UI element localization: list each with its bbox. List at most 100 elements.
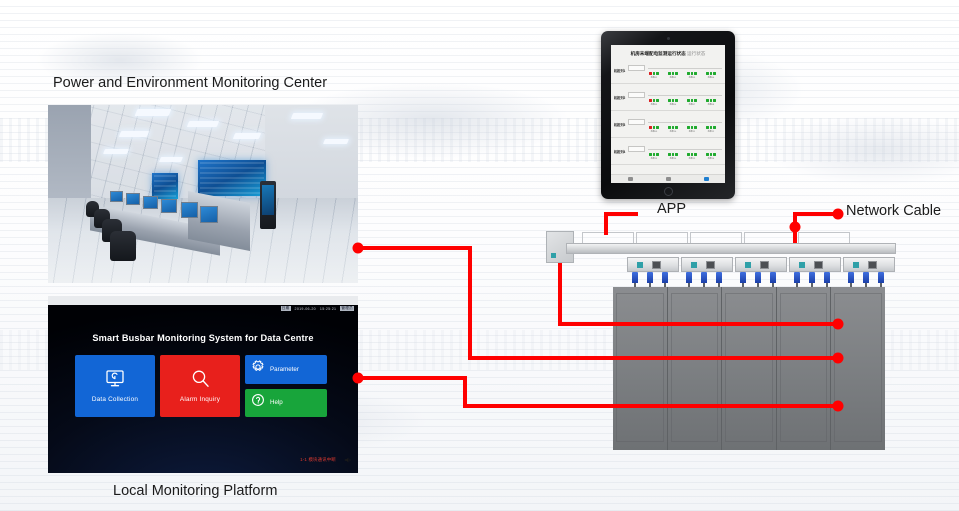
- led-group: 机柜13: [649, 153, 659, 160]
- cable-plug: [740, 272, 746, 283]
- led-strip: [687, 153, 697, 156]
- ceiling-light: [232, 133, 262, 139]
- cable-plug: [809, 272, 815, 283]
- tapoff-box: [789, 257, 841, 272]
- status-date: 2019-06-20: [294, 306, 316, 311]
- control-box-indicator-icon: [551, 253, 556, 258]
- led-group: 机柜04: [706, 72, 716, 79]
- led-strip: [687, 72, 697, 75]
- led-indicator-green: [668, 126, 671, 129]
- app-row-divider: [648, 68, 722, 69]
- led-group: 机柜12: [706, 126, 716, 133]
- cable-plug: [686, 272, 692, 283]
- led-indicator-green: [694, 72, 697, 75]
- home-button[interactable]: [663, 186, 673, 196]
- led-indicator-green: [687, 99, 690, 102]
- led-indicator-green: [652, 153, 656, 156]
- tapoff-display: [652, 261, 661, 269]
- app-row-list: 机柜列1 机柜01 机柜02 机柜03 机柜04 机柜列2 机柜05 机柜06 机柜07 机柜08…: [611, 59, 725, 165]
- help-button[interactable]: Help: [245, 388, 327, 417]
- led-indicator-green: [656, 99, 659, 102]
- server-cabinet: [613, 287, 668, 450]
- status-time: 15:25:21: [319, 306, 337, 311]
- tapoff-box: [627, 257, 679, 272]
- desk-monitor: [126, 193, 140, 205]
- tapoff-display: [814, 261, 823, 269]
- led-group-caption: 机柜09: [650, 131, 658, 133]
- led-strip: [649, 99, 659, 102]
- led-indicator-green: [687, 153, 690, 156]
- app-row-label: 机柜列1: [614, 69, 626, 73]
- tapoff-indicator-icon: [745, 262, 751, 268]
- app-row: 机柜列4 机柜13 机柜14 机柜15 机柜16: [611, 140, 725, 165]
- alarm-inquiry-button[interactable]: Alarm Inquiry: [160, 355, 240, 417]
- led-indicator-green: [709, 153, 713, 156]
- digital-kiosk: [260, 181, 276, 229]
- led-indicator-green: [713, 153, 716, 156]
- led-strip: [668, 72, 678, 75]
- led-indicator-green: [652, 99, 656, 102]
- wire-endpoint-dot: [832, 318, 844, 330]
- app-row-divider: [648, 149, 722, 150]
- tapoff-box: [681, 257, 733, 272]
- status-user: 管理员: [340, 306, 354, 311]
- nav-home-icon[interactable]: [627, 177, 633, 181]
- tapoff-display: [706, 261, 715, 269]
- led-strip: [649, 153, 659, 156]
- led-strip: [706, 153, 716, 156]
- led-indicator-green: [690, 99, 694, 102]
- app-row: 机柜列3 机柜09 机柜10 机柜11 机柜12: [611, 113, 725, 138]
- app-row-value-box: [628, 146, 645, 152]
- alarm-message: 1-1 模块通讯中断: [300, 457, 336, 462]
- led-indicator-green: [687, 72, 690, 75]
- led-indicator-green: [713, 72, 716, 75]
- led-group-caption: 机柜16: [707, 158, 715, 160]
- led-indicator-red: [649, 99, 652, 102]
- led-group-caption: 机柜14: [669, 158, 677, 160]
- server-cabinet: [831, 287, 885, 450]
- led-group: 机柜16: [706, 153, 716, 160]
- caption-network-cable: Network Cable: [846, 203, 942, 219]
- nav-status-icon[interactable]: [703, 177, 709, 181]
- app-row-divider: [648, 95, 722, 96]
- caption-local-monitoring-platform: Local Monitoring Platform: [113, 483, 278, 499]
- video-wall-main: [198, 160, 266, 196]
- led-indicator-green: [713, 126, 716, 129]
- ceiling-light: [186, 121, 220, 127]
- nav-list-icon[interactable]: [665, 177, 671, 181]
- tile-label: Help: [270, 399, 283, 407]
- led-group: 机柜01: [649, 72, 659, 79]
- wire-endpoint-dot: [352, 372, 364, 384]
- led-group: 机柜08: [706, 99, 716, 106]
- led-indicator-green: [671, 126, 675, 129]
- tile-label: Parameter: [270, 365, 299, 373]
- led-group: 机柜14: [668, 153, 678, 160]
- led-strip: [668, 99, 678, 102]
- led-group-caption: 机柜06: [669, 104, 677, 106]
- led-group-caption: 机柜04: [707, 77, 715, 79]
- server-cabinet: [722, 287, 777, 450]
- tile-label: Data Collection: [91, 395, 139, 403]
- platform-tile-grid: Data Collection Alarm Inquiry Parameter …: [75, 355, 333, 417]
- control-room-photo: [48, 105, 358, 283]
- app-row-label: 机柜列4: [614, 150, 626, 154]
- ceiling-light: [134, 109, 172, 116]
- data-collection-button[interactable]: Data Collection: [75, 355, 155, 417]
- led-indicator-green: [706, 126, 709, 129]
- ceiling-light: [118, 131, 150, 137]
- parameter-button[interactable]: Parameter: [245, 355, 327, 384]
- screen-bezel-top: [48, 296, 358, 305]
- speaker-icon[interactable]: [344, 451, 352, 469]
- server-cabinet: [777, 287, 832, 450]
- led-indicator-green: [706, 99, 709, 102]
- led-strip: [687, 126, 697, 129]
- desk-monitor: [161, 199, 177, 213]
- led-group-caption: 机柜11: [688, 131, 696, 133]
- led-indicator-green: [671, 72, 675, 75]
- led-indicator-green: [706, 153, 709, 156]
- desk-monitor: [143, 196, 158, 209]
- desk-monitor: [110, 191, 123, 202]
- led-group-caption: 机柜12: [707, 131, 715, 133]
- platform-footer: 1-1 模块通讯中断: [300, 451, 352, 469]
- app-row-label: 机柜列3: [614, 123, 626, 127]
